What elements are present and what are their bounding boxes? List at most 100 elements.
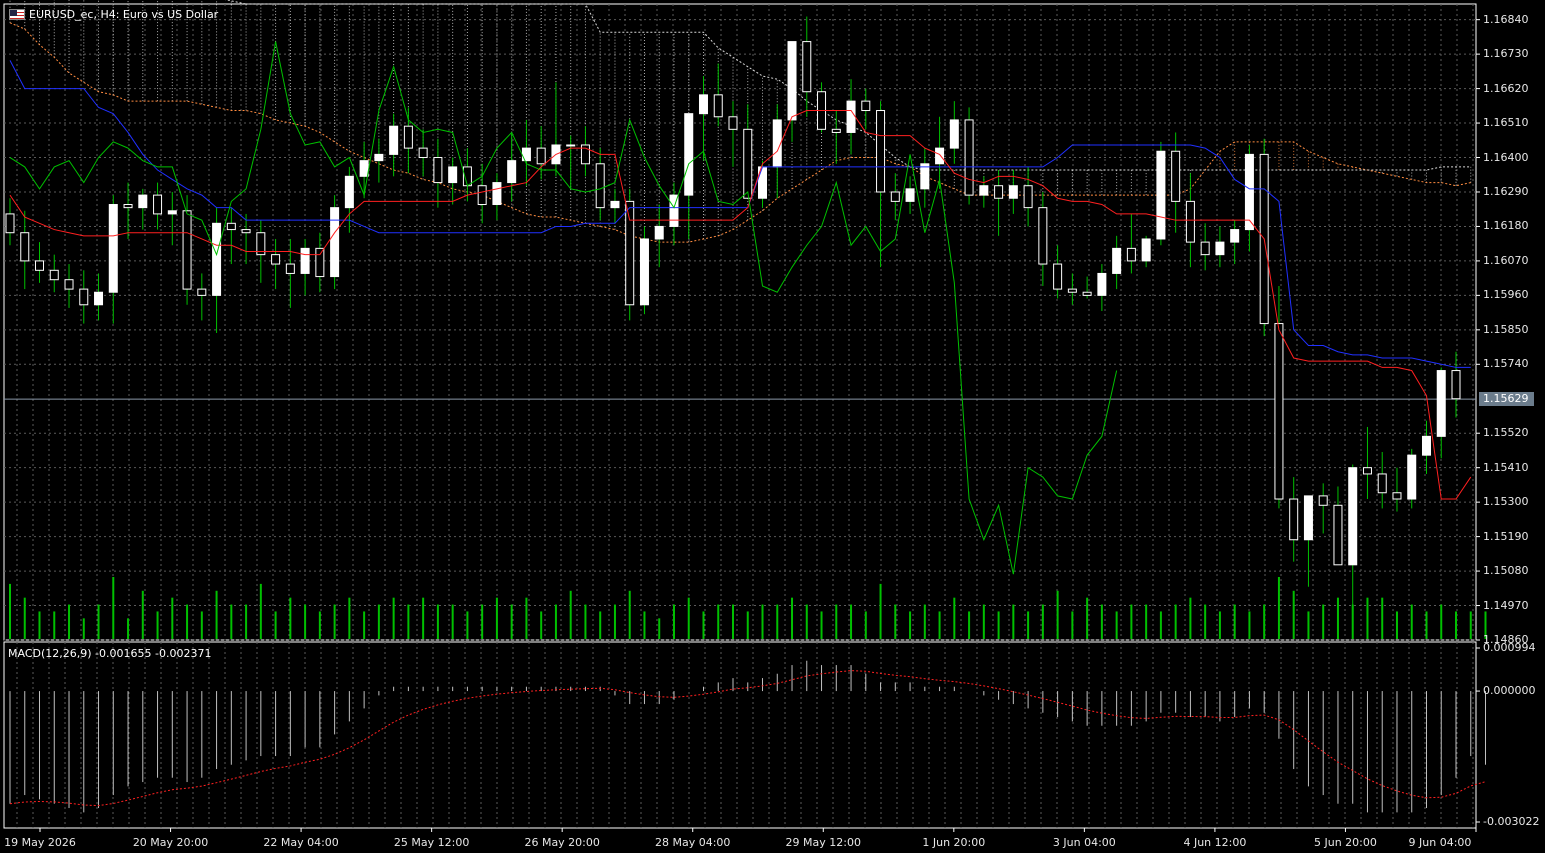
bearish-candle xyxy=(153,194,163,215)
price-axis-label: 1.16290 xyxy=(1483,184,1529,198)
time-axis-label: 25 May 12:00 xyxy=(393,836,470,849)
bearish-candle xyxy=(1274,323,1284,500)
bearish-candle xyxy=(1362,467,1372,475)
bullish-candle xyxy=(359,160,369,177)
time-axis-label: 3 Jun 04:00 xyxy=(1052,836,1116,849)
chart-title-text: EURUSD_ec, H4: Euro vs US Dollar xyxy=(29,8,219,21)
bearish-candle xyxy=(625,200,635,306)
price-axis-label: 1.16620 xyxy=(1483,81,1529,95)
time-axis-label: 28 May 04:00 xyxy=(655,836,731,849)
bearish-candle xyxy=(285,263,295,274)
bearish-candle xyxy=(1318,495,1328,506)
price-axis-label: 1.16180 xyxy=(1483,219,1529,233)
time-axis-label: 5 Jun 20:00 xyxy=(1314,836,1377,849)
bullish-candle xyxy=(1141,238,1151,262)
bearish-candle xyxy=(994,185,1004,199)
bullish-candle xyxy=(905,188,915,202)
bearish-candle xyxy=(433,157,443,184)
bullish-candle xyxy=(448,166,458,184)
bearish-candle xyxy=(35,260,45,271)
price-axis-label: 1.16730 xyxy=(1483,47,1529,61)
bullish-candle xyxy=(1156,150,1166,240)
bearish-candle xyxy=(1289,498,1299,541)
bearish-candle xyxy=(861,100,871,112)
bullish-candle xyxy=(1348,467,1358,566)
price-axis-label: 1.16070 xyxy=(1483,253,1529,267)
price-axis-label: 1.15520 xyxy=(1483,426,1529,440)
macd-indicator-label: MACD(12,26,9) -0.001655 -0.002371 xyxy=(8,647,212,660)
bullish-candle xyxy=(389,125,399,155)
bullish-candle xyxy=(698,94,708,115)
bullish-candle xyxy=(1097,272,1107,296)
bearish-candle xyxy=(123,204,133,209)
bullish-candle xyxy=(1244,153,1254,231)
bullish-candle xyxy=(138,194,148,209)
price-axis-label: 1.15190 xyxy=(1483,529,1529,543)
bearish-candle xyxy=(79,288,89,306)
bullish-candle xyxy=(167,210,177,215)
price-axis-label: 1.16400 xyxy=(1483,150,1529,164)
us-eu-flag-icon xyxy=(9,9,25,20)
bullish-candle xyxy=(1303,495,1313,541)
bearish-candle xyxy=(1082,291,1092,296)
bearish-candle xyxy=(1053,263,1063,290)
bearish-candle xyxy=(315,247,325,278)
bearish-candle xyxy=(728,116,738,130)
price-axis-label: 1.15850 xyxy=(1483,322,1529,336)
bullish-candle xyxy=(979,185,989,196)
bearish-candle xyxy=(197,288,207,296)
bearish-candle xyxy=(241,229,251,234)
price-chart-canvas[interactable] xyxy=(0,0,1545,853)
bullish-candle xyxy=(507,160,517,184)
price-axis-label: 1.15740 xyxy=(1483,357,1529,371)
bullish-candle xyxy=(787,41,797,121)
bullish-candle xyxy=(610,200,620,209)
bearish-candle xyxy=(876,110,886,193)
price-axis-label: 1.16840 xyxy=(1483,12,1529,26)
bullish-candle xyxy=(1230,229,1240,243)
bearish-candle xyxy=(713,94,723,118)
bearish-candle xyxy=(1377,473,1387,494)
bearish-candle xyxy=(418,147,428,159)
bearish-candle xyxy=(271,254,281,265)
bullish-candle xyxy=(1008,185,1018,199)
bullish-candle xyxy=(654,225,664,240)
bearish-candle xyxy=(1200,241,1210,256)
bearish-candle xyxy=(1038,207,1048,265)
macd-axis-label: 0.000994 xyxy=(1483,641,1536,654)
current-price-badge: 1.15629 xyxy=(1479,392,1534,407)
bullish-candle xyxy=(300,247,310,274)
bearish-candle xyxy=(226,222,236,231)
bullish-candle xyxy=(108,204,118,293)
macd-axis-label: 0.000000 xyxy=(1483,684,1536,698)
bearish-candle xyxy=(403,125,413,149)
bullish-candle xyxy=(566,144,576,147)
bearish-candle xyxy=(831,128,841,133)
bearish-candle xyxy=(536,147,546,165)
bearish-candle xyxy=(1067,288,1077,293)
bearish-candle xyxy=(20,232,30,262)
bullish-candle xyxy=(920,163,930,190)
bearish-candle xyxy=(1333,504,1343,566)
bullish-candle xyxy=(684,113,694,196)
bearish-candle xyxy=(1451,370,1461,400)
bullish-candle xyxy=(949,119,959,149)
price-axis-label: 1.15410 xyxy=(1483,460,1529,474)
bullish-candle xyxy=(639,238,649,306)
bullish-candle xyxy=(330,207,340,278)
bullish-candle xyxy=(374,153,384,162)
bullish-candle xyxy=(344,175,354,209)
bearish-candle xyxy=(743,128,753,199)
senkou-span-b-line xyxy=(224,0,1471,171)
bearish-candle xyxy=(1023,185,1033,209)
bearish-candle xyxy=(182,210,192,290)
bearish-candle xyxy=(1171,150,1181,202)
bearish-candle xyxy=(964,119,974,196)
bearish-candle xyxy=(890,191,900,202)
bullish-candle xyxy=(846,100,856,133)
bearish-candle xyxy=(1392,492,1402,500)
time-axis-label: 1 Jun 20:00 xyxy=(922,836,986,849)
bullish-candle xyxy=(772,119,782,168)
macd-axis-label: -0.003022 xyxy=(1483,815,1540,828)
bullish-candle xyxy=(492,182,502,206)
